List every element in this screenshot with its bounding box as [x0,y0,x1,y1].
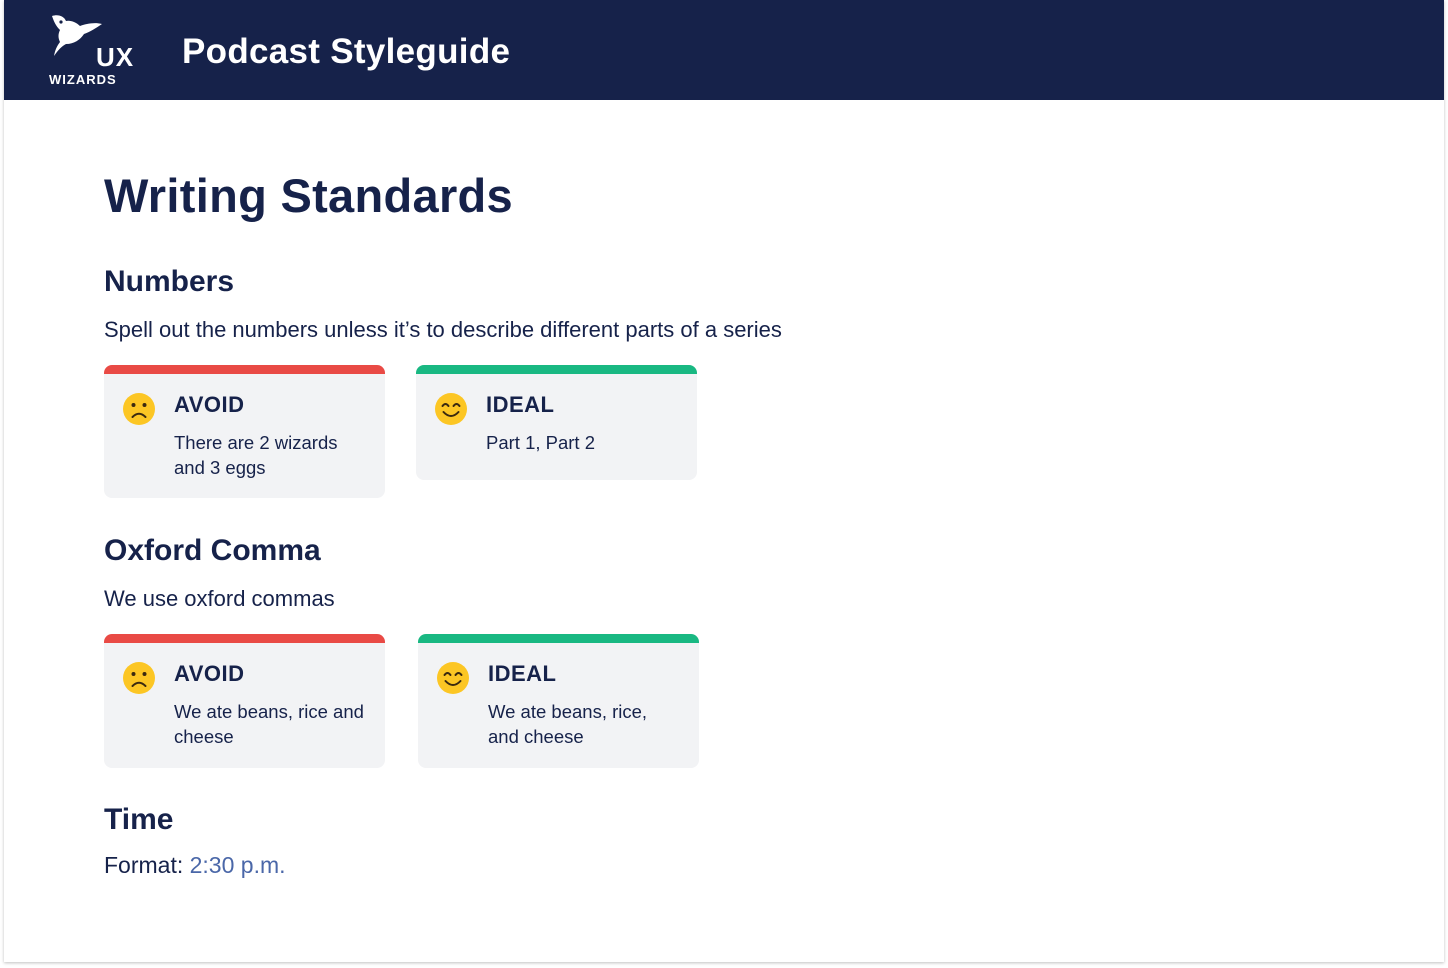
ideal-example-text: Part 1, Part 2 [486,432,595,453]
avoid-label: AVOID [174,661,245,686]
ideal-label: IDEAL [488,661,557,686]
section-title-oxford-comma: Oxford Comma [104,534,321,567]
smile-face-icon [437,662,469,694]
section-title-numbers: Numbers [104,265,235,298]
time-format-label: Format: [104,852,184,878]
avoid-example-text: We ate beans, rice and cheese [174,701,364,747]
ideal-label: IDEAL [486,392,555,417]
logo[interactable]: UX WIZARDS [44,12,134,90]
page-title: Writing Standards [104,169,513,222]
app-title: Podcast Styleguide [182,32,511,71]
numbers-avoid-card: AVOID There are 2 wizards and 3 eggs [104,365,385,498]
sad-face-icon [123,393,155,425]
numbers-ideal-card: IDEAL Part 1, Part 2 [416,365,697,480]
page-frame: UX WIZARDS Podcast Styleguide Writing St… [4,0,1444,962]
section-desc-numbers: Spell out the numbers unless it’s to des… [104,317,782,342]
avoid-example-text: There are 2 wizards and 3 eggs [174,432,338,478]
sad-face-icon [123,662,155,694]
smile-face-icon [435,393,467,425]
ideal-example-text: We ate beans, rice, and cheese [488,701,648,747]
header-bar: UX WIZARDS Podcast Styleguide [4,0,1444,100]
avoid-label: AVOID [174,392,245,417]
time-format-line: Format: 2:30 p.m. [104,852,286,879]
time-format-value: 2:30 p.m. [189,852,286,878]
section-title-time: Time [104,803,174,836]
oxford-avoid-card: AVOID We ate beans, rice and cheese [104,634,385,768]
oxford-ideal-card: IDEAL We ate beans, rice, and cheese [418,634,699,768]
logo-wizards-text: WIZARDS [49,72,117,87]
section-desc-oxford-comma: We use oxford commas [104,586,335,611]
logo-ux-text: UX [96,42,135,72]
